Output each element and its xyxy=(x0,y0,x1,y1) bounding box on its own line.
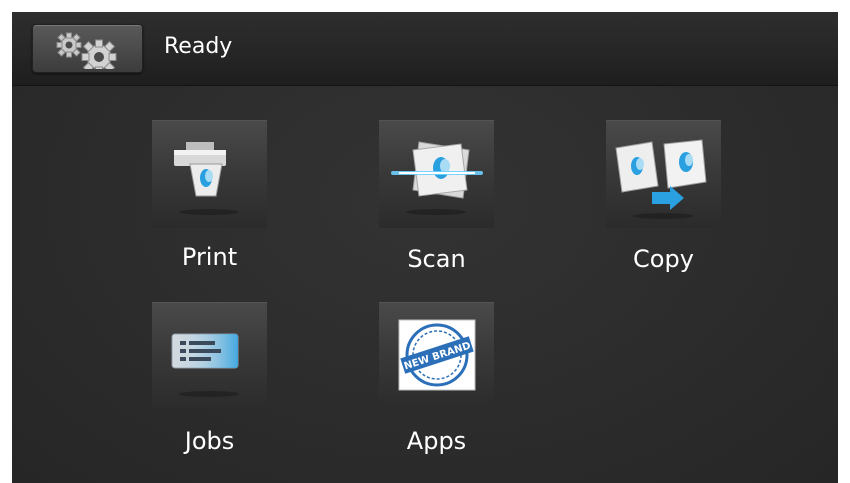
printer-home-screen: Ready Print Scan Copy Jobs NEW BRAND App… xyxy=(12,12,838,483)
copy-label: Copy xyxy=(633,245,694,273)
apps-label: Apps xyxy=(406,427,467,455)
status-text: Ready xyxy=(164,34,233,59)
settings-button[interactable] xyxy=(32,24,143,73)
apps-icon: NEW BRAND xyxy=(398,319,476,391)
jobs-tile-icon-box[interactable] xyxy=(152,302,267,410)
print-icon xyxy=(174,142,239,215)
gears-icon xyxy=(56,32,117,69)
apps-tile-icon-box[interactable]: NEW BRAND xyxy=(379,302,494,410)
status-bar: Ready xyxy=(12,12,838,86)
print-label: Print xyxy=(181,243,238,271)
print-tile-icon-box[interactable] xyxy=(152,120,267,228)
copy-tile-icon-box[interactable] xyxy=(606,120,721,228)
jobs-label: Jobs xyxy=(184,427,235,455)
scan-tile-icon-box[interactable] xyxy=(379,120,494,228)
jobs-icon xyxy=(171,333,239,397)
scan-icon xyxy=(391,141,483,215)
copy-icon xyxy=(615,139,707,219)
scan-label: Scan xyxy=(407,245,466,273)
